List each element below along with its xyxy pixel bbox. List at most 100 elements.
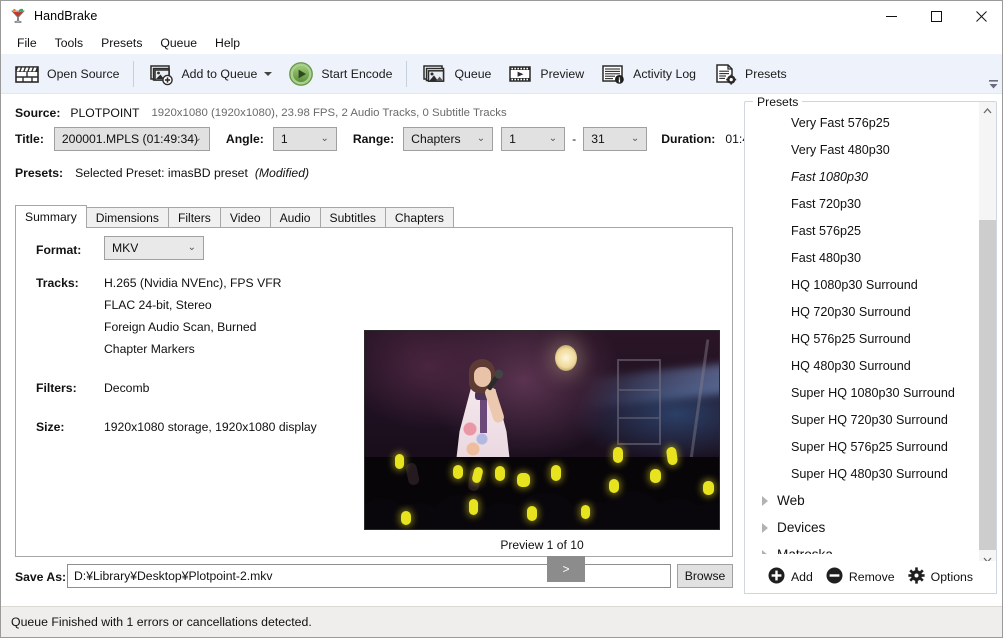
preset-item-super-hq-1080p30-surround[interactable]: Super HQ 1080p30 Surround bbox=[745, 379, 980, 406]
preset-item-hq-480p30-surround[interactable]: HQ 480p30 Surround bbox=[745, 352, 980, 379]
selected-preset-text: Selected Preset: imasBD preset bbox=[75, 166, 248, 180]
preset-group-matroska[interactable]: Matroska bbox=[745, 541, 980, 554]
range-type-dropdown[interactable]: Chapters ⌄ bbox=[403, 127, 494, 151]
preset-item-fast-576p25[interactable]: Fast 576p25 bbox=[745, 217, 980, 244]
menu-help[interactable]: Help bbox=[206, 33, 249, 53]
preset-group-web[interactable]: Web bbox=[745, 487, 980, 514]
preview-caption: Preview 1 of 10 bbox=[500, 538, 584, 552]
chevron-down-icon: ⌄ bbox=[630, 133, 640, 144]
preset-item-super-hq-720p30-surround[interactable]: Super HQ 720p30 Surround bbox=[745, 406, 980, 433]
source-label: Source: bbox=[15, 106, 61, 120]
format-dropdown-value: MKV bbox=[112, 241, 139, 255]
activity-log-label: Activity Log bbox=[633, 66, 697, 81]
preview-glowstick bbox=[401, 511, 411, 525]
triangle-right-icon bbox=[762, 549, 768, 554]
title-dropdown-value: 200001.MPLS (01:49:34) bbox=[61, 132, 199, 146]
title-label: Title: bbox=[15, 132, 44, 146]
preset-item-hq-1080p30-surround[interactable]: HQ 1080p30 Surround bbox=[745, 271, 980, 298]
angle-dropdown[interactable]: 1 ⌄ bbox=[272, 127, 337, 151]
preview-image[interactable] bbox=[364, 330, 720, 530]
preset-group-devices[interactable]: Devices bbox=[745, 514, 980, 541]
presets-toolbar-button[interactable]: Presets bbox=[705, 57, 794, 91]
menu-presets[interactable]: Presets bbox=[92, 33, 151, 53]
preset-add-button[interactable]: Add bbox=[768, 567, 813, 587]
tab-summary[interactable]: Summary bbox=[15, 205, 87, 228]
tab-chapters[interactable]: Chapters bbox=[384, 207, 454, 228]
browse-button[interactable]: Browse bbox=[677, 564, 733, 588]
preset-modified-badge: (Modified) bbox=[254, 166, 310, 180]
gear-icon bbox=[908, 567, 925, 587]
preset-item-hq-576p25-surround[interactable]: HQ 576p25 Surround bbox=[745, 325, 980, 352]
title-dropdown[interactable]: 200001.MPLS (01:49:34) ⌄ bbox=[53, 127, 210, 151]
preset-group-matroska-label: Matroska bbox=[777, 547, 833, 554]
summary-tab-panel: Format: MKV ⌄ Tracks: H.265 (Nvidia NVEn… bbox=[15, 227, 733, 582]
preset-item-hq-720p30-surround[interactable]: HQ 720p30 Surround bbox=[745, 298, 980, 325]
preview-next-button[interactable]: > bbox=[547, 556, 585, 582]
tab-subtitles[interactable]: Subtitles bbox=[319, 207, 386, 228]
open-source-button[interactable]: Open Source bbox=[7, 57, 126, 91]
stacked-images-icon bbox=[421, 61, 447, 87]
presets-scrollbar[interactable] bbox=[979, 102, 996, 568]
film-play-icon bbox=[507, 61, 533, 87]
format-label: Format: bbox=[36, 243, 82, 257]
preview-label: Preview bbox=[540, 66, 585, 81]
maximize-icon[interactable] bbox=[914, 1, 959, 31]
status-bar: Queue Finished with 1 errors or cancella… bbox=[1, 606, 1002, 637]
tab-audio[interactable]: Audio bbox=[269, 207, 321, 228]
preset-group-devices-label: Devices bbox=[777, 520, 826, 535]
menu-file[interactable]: File bbox=[8, 33, 46, 53]
range-label: Range: bbox=[352, 132, 395, 146]
range-end-dropdown[interactable]: 31 ⌄ bbox=[583, 127, 648, 151]
preview-button[interactable]: Preview bbox=[500, 57, 591, 91]
activity-log-button[interactable]: Activity Log bbox=[593, 57, 703, 91]
chevron-down-icon: ⌄ bbox=[193, 133, 202, 144]
close-icon[interactable] bbox=[959, 1, 1002, 31]
minimize-icon[interactable] bbox=[869, 1, 914, 31]
toolbar-separator-2 bbox=[406, 60, 408, 87]
add-to-queue-button[interactable]: Add to Queue bbox=[141, 57, 279, 91]
queue-button[interactable]: Queue bbox=[414, 57, 498, 91]
presets-toolbar-label: Presets bbox=[745, 66, 787, 81]
preview-glowstick bbox=[650, 469, 661, 483]
menu-bar: File Tools Presets Queue Help bbox=[1, 31, 1002, 54]
menu-tools[interactable]: Tools bbox=[46, 33, 92, 53]
tracks-label: Tracks: bbox=[36, 276, 79, 290]
chevron-down-icon[interactable] bbox=[264, 71, 273, 76]
chevron-down-icon: ⌄ bbox=[187, 242, 196, 253]
format-dropdown[interactable]: MKV ⌄ bbox=[104, 236, 204, 260]
preset-remove-button[interactable]: Remove bbox=[826, 567, 895, 587]
preset-item-super-hq-480p30-surround[interactable]: Super HQ 480p30 Surround bbox=[745, 460, 980, 487]
preset-item-very-fast-576p25[interactable]: Very Fast 576p25 bbox=[745, 109, 980, 136]
preset-item-fast-1080p30[interactable]: Fast 1080p30 bbox=[745, 163, 980, 190]
tab-filters[interactable]: Filters bbox=[167, 207, 221, 228]
preset-remove-label: Remove bbox=[848, 570, 895, 584]
preset-item-very-fast-480p30[interactable]: Very Fast 480p30 bbox=[745, 136, 980, 163]
toolbar-overflow-chevron-icon[interactable] bbox=[986, 75, 1000, 91]
presets-tree[interactable]: Very Fast 576p25 Very Fast 480p30 Fast 1… bbox=[745, 109, 980, 554]
preset-item-fast-720p30[interactable]: Fast 720p30 bbox=[745, 190, 980, 217]
size-value: 1920x1080 storage, 1920x1080 display bbox=[104, 420, 317, 434]
filters-label: Filters: bbox=[36, 381, 77, 395]
status-message: Queue Finished with 1 errors or cancella… bbox=[11, 615, 312, 629]
range-start-dropdown[interactable]: 1 ⌄ bbox=[501, 127, 566, 151]
preset-options-label: Options bbox=[930, 570, 974, 584]
log-info-icon bbox=[600, 61, 626, 87]
open-source-label: Open Source bbox=[47, 66, 120, 81]
menu-queue[interactable]: Queue bbox=[151, 33, 206, 53]
film-clapper-icon bbox=[14, 61, 40, 87]
start-encode-button[interactable]: Start Encode bbox=[281, 57, 399, 91]
main-content-area: Source: PLOTPOINT 1920x1080 (1920x1080),… bbox=[1, 94, 773, 607]
preview-glowstick bbox=[581, 505, 590, 519]
presets-row-label: Presets: bbox=[15, 166, 64, 180]
range-start-value: 1 bbox=[509, 132, 516, 146]
tab-video[interactable]: Video bbox=[219, 207, 271, 228]
preset-item-fast-480p30[interactable]: Fast 480p30 bbox=[745, 244, 980, 271]
scroll-up-icon[interactable] bbox=[979, 102, 996, 119]
queue-label: Queue bbox=[454, 66, 492, 81]
track-line-1: H.265 (Nvidia NVEnc), FPS VFR bbox=[104, 276, 282, 290]
add-to-queue-label: Add to Queue bbox=[181, 66, 258, 81]
tab-dimensions[interactable]: Dimensions bbox=[85, 207, 169, 228]
preset-options-button[interactable]: Options bbox=[908, 567, 973, 587]
preset-item-super-hq-576p25-surround[interactable]: Super HQ 576p25 Surround bbox=[745, 433, 980, 460]
presets-scrollbar-thumb[interactable] bbox=[979, 220, 996, 550]
